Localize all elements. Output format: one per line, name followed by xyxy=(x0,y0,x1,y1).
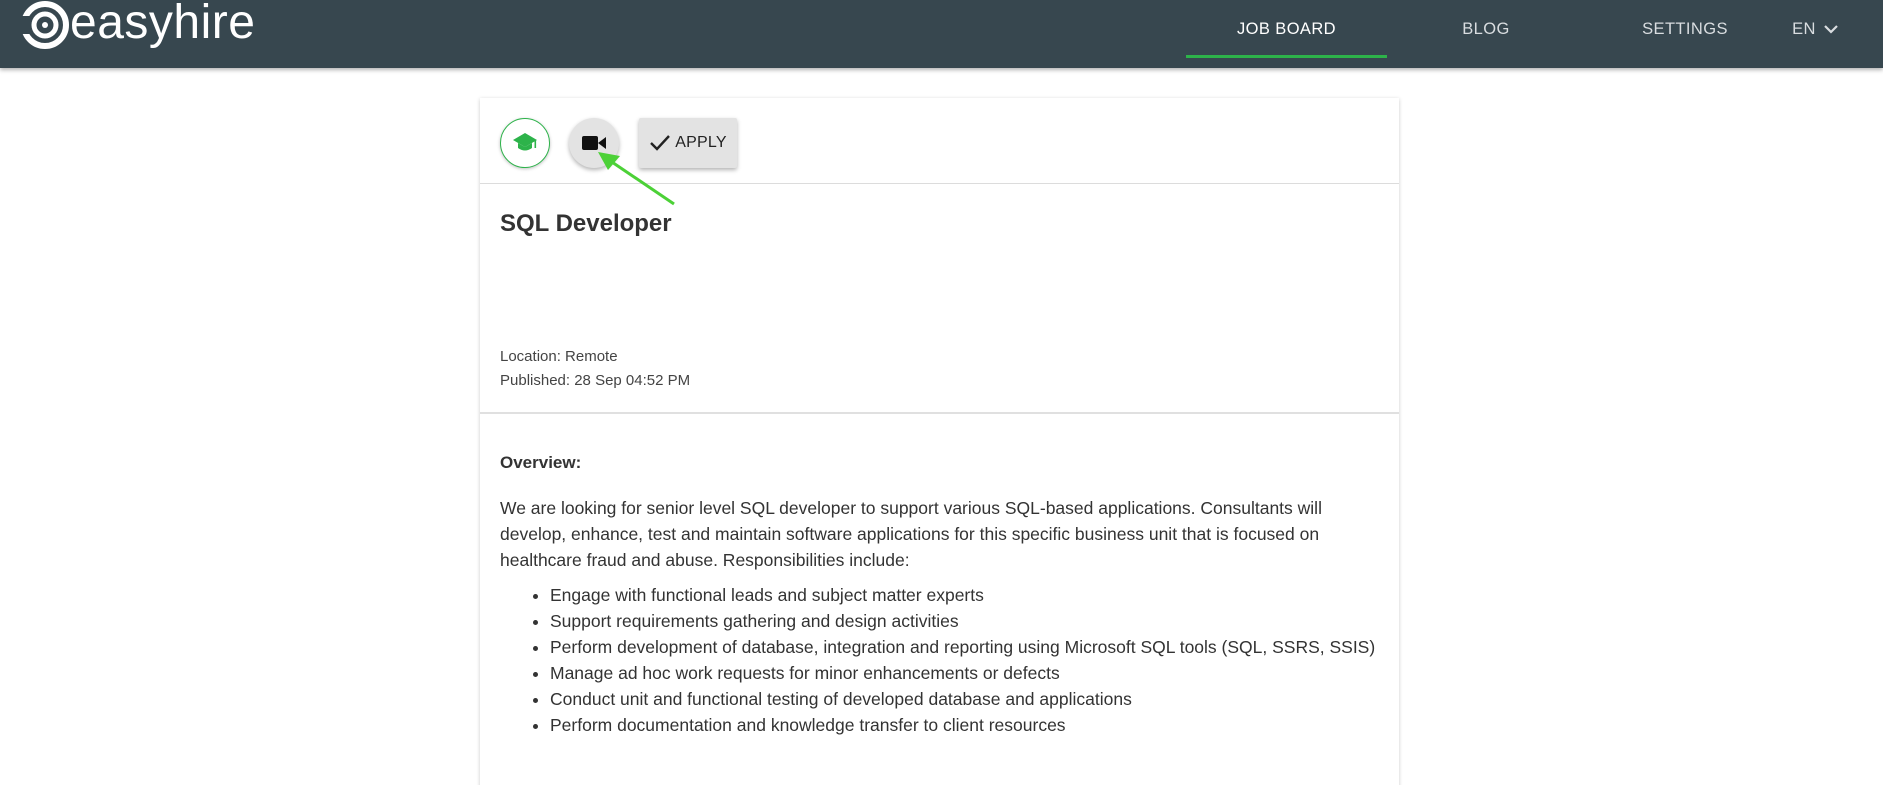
checkmark-icon xyxy=(650,135,671,151)
list-item: Perform development of database, integra… xyxy=(550,634,1380,660)
education-button[interactable] xyxy=(500,118,550,168)
nav-settings[interactable]: SETTINGS xyxy=(1630,0,1740,58)
graduation-cap-icon xyxy=(513,133,537,151)
active-tab-indicator xyxy=(1186,55,1387,58)
list-item: Conduct unit and functional testing of d… xyxy=(550,686,1380,712)
card-actions-bar: APPLY xyxy=(480,98,1399,184)
brand-name: easyhire xyxy=(70,0,256,49)
job-title: SQL Developer xyxy=(500,210,672,237)
language-label: EN xyxy=(1792,19,1816,38)
job-description: Overview: We are looking for senior leve… xyxy=(500,453,1380,738)
responsibilities-list: Engage with functional leads and subject… xyxy=(500,582,1380,738)
video-camera-icon xyxy=(582,136,606,150)
apply-label: APPLY xyxy=(675,134,727,151)
language-selector[interactable]: EN xyxy=(1785,0,1845,58)
section-divider xyxy=(480,412,1399,414)
list-item: Support requirements gathering and desig… xyxy=(550,608,1380,634)
chevron-down-icon xyxy=(1824,25,1838,34)
job-card: APPLY SQL Developer Location: Remote Pub… xyxy=(480,98,1399,785)
brand-logo[interactable]: easyhire xyxy=(20,0,255,52)
apply-button[interactable]: APPLY xyxy=(639,118,737,168)
easyhire-logo-icon xyxy=(20,1,69,49)
list-item: Engage with functional leads and subject… xyxy=(550,582,1380,608)
overview-heading: Overview: xyxy=(500,453,582,472)
job-published-date: Published: 28 Sep 04:52 PM xyxy=(500,372,691,389)
job-location: Location: Remote xyxy=(500,348,618,365)
nav-blog[interactable]: BLOG xyxy=(1436,0,1536,58)
top-navigation-bar: easyhire JOB BOARD BLOG SETTINGS EN xyxy=(0,0,1883,68)
list-item: Manage ad hoc work requests for minor en… xyxy=(550,660,1380,686)
list-item: Perform documentation and knowledge tran… xyxy=(550,712,1380,738)
video-interview-button[interactable] xyxy=(569,118,619,168)
overview-text: We are looking for senior level SQL deve… xyxy=(500,498,1322,570)
nav-job-board[interactable]: JOB BOARD xyxy=(1186,0,1387,58)
